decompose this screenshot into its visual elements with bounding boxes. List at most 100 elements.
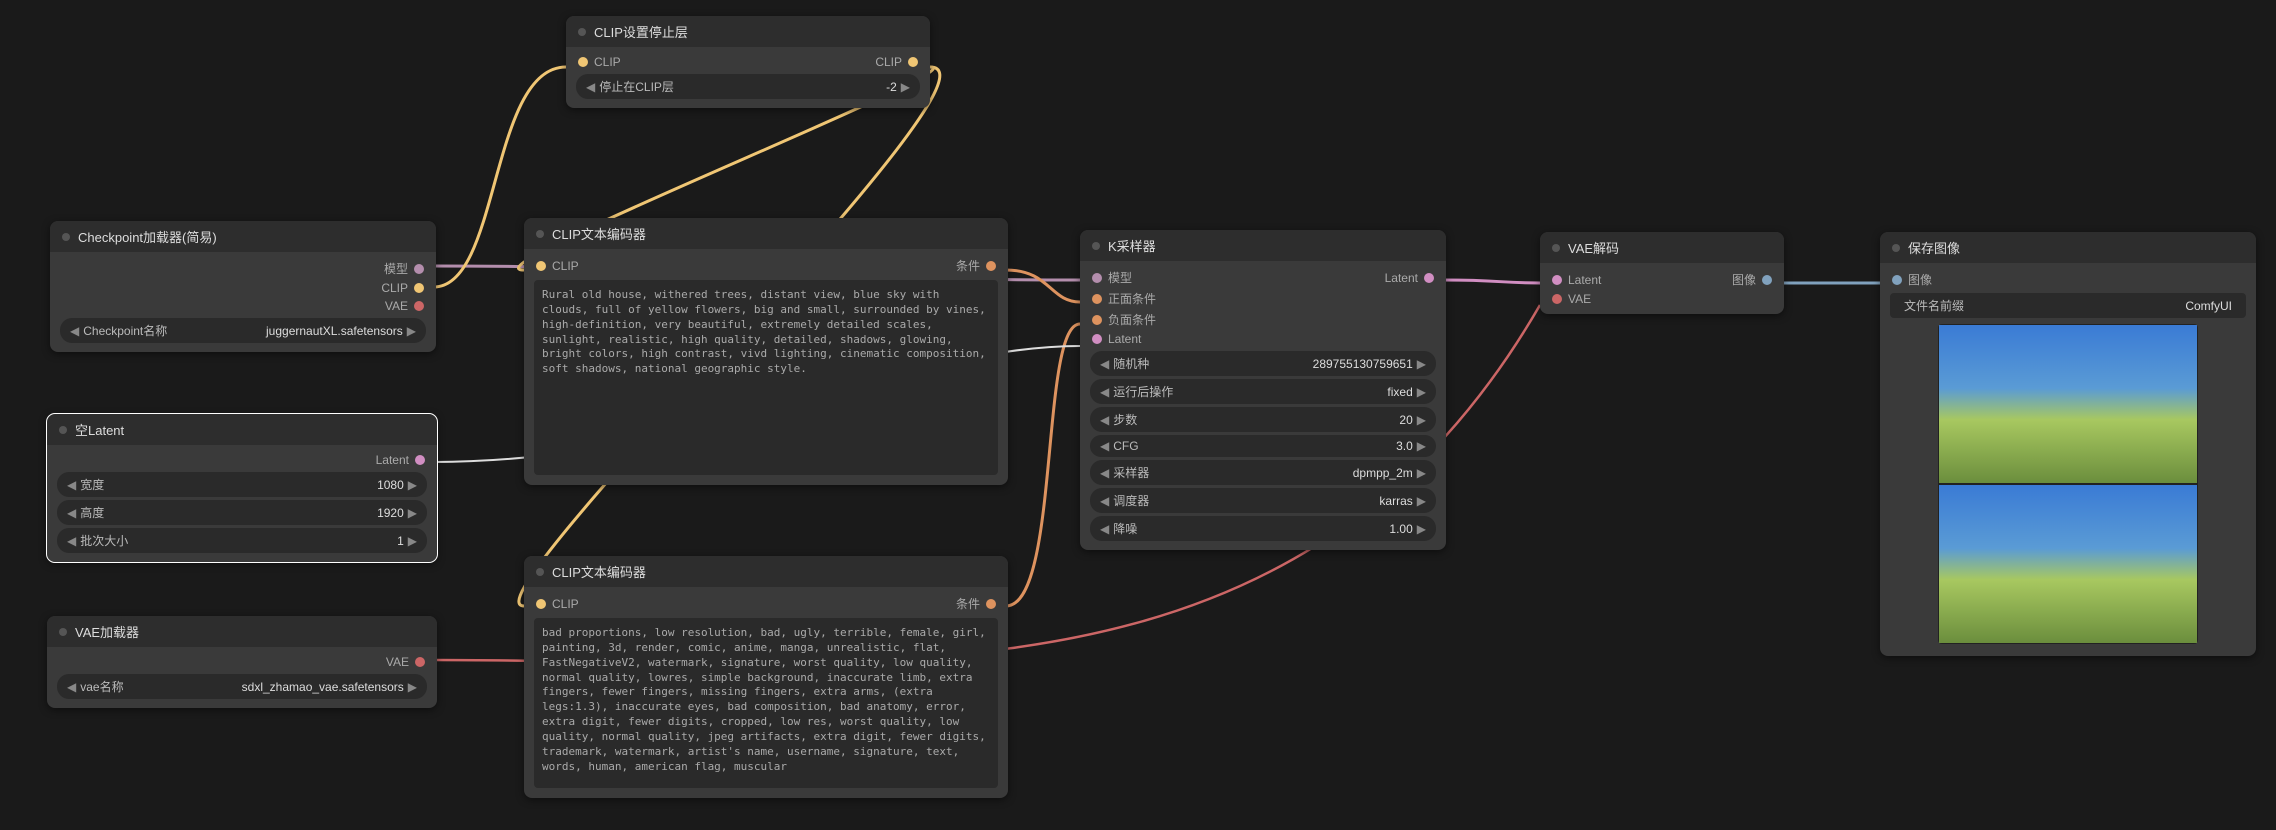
empty-latent-node[interactable]: 空Latent Latent ◀ 宽度 1080 ▶ ◀ 高度 1920 ▶ ◀… [47, 414, 437, 562]
model-input-port[interactable] [1092, 273, 1102, 283]
chevron-right-icon[interactable]: ▶ [407, 324, 416, 338]
chevron-right-icon[interactable]: ▶ [1417, 439, 1426, 453]
chevron-left-icon[interactable]: ◀ [1100, 522, 1109, 536]
node-header[interactable]: K采样器 [1080, 230, 1446, 261]
scheduler-widget[interactable]: ◀调度器karras▶ [1090, 488, 1436, 513]
latent-output-port[interactable] [1424, 273, 1434, 283]
node-header[interactable]: VAE解码 [1540, 232, 1784, 263]
save-image-node[interactable]: 保存图像 图像 文件名前缀 ComfyUI [1880, 232, 2256, 656]
collapse-dot-icon[interactable] [1892, 244, 1900, 252]
collapse-dot-icon[interactable] [59, 426, 67, 434]
prompt-textarea[interactable]: bad proportions, low resolution, bad, ug… [534, 618, 998, 788]
chevron-right-icon[interactable]: ▶ [408, 506, 417, 520]
steps-widget[interactable]: ◀步数20▶ [1090, 407, 1436, 432]
chevron-right-icon[interactable]: ▶ [408, 680, 417, 694]
node-title: CLIP文本编码器 [552, 224, 646, 243]
cfg-widget[interactable]: ◀CFG3.0▶ [1090, 435, 1436, 457]
chevron-right-icon[interactable]: ▶ [1417, 357, 1426, 371]
latent-output-port[interactable] [415, 455, 425, 465]
node-header[interactable]: Checkpoint加载器(简易) [50, 221, 436, 252]
clip-stop-node[interactable]: CLIP设置停止层 CLIP CLIP ◀ 停止在CLIP层 -2 ▶ [566, 16, 930, 108]
node-header[interactable]: CLIP文本编码器 [524, 218, 1008, 249]
chevron-left-icon[interactable]: ◀ [1100, 439, 1109, 453]
chevron-right-icon[interactable]: ▶ [1417, 494, 1426, 508]
chevron-left-icon[interactable]: ◀ [70, 324, 79, 338]
collapse-dot-icon[interactable] [1092, 242, 1100, 250]
output-label: 图像 [1732, 271, 1756, 288]
chevron-left-icon[interactable]: ◀ [1100, 494, 1109, 508]
chevron-right-icon[interactable]: ▶ [1417, 522, 1426, 536]
node-title: VAE加载器 [75, 622, 139, 641]
chevron-right-icon[interactable]: ▶ [408, 478, 417, 492]
checkpoint-name-widget[interactable]: ◀ Checkpoint名称 juggernautXL.safetensors … [60, 318, 426, 343]
chevron-right-icon[interactable]: ▶ [1417, 413, 1426, 427]
chevron-left-icon[interactable]: ◀ [1100, 413, 1109, 427]
conditioning-output-port[interactable] [986, 599, 996, 609]
width-widget[interactable]: ◀ 宽度 1080 ▶ [57, 472, 427, 497]
image-output-port[interactable] [1762, 275, 1772, 285]
negative-input-port[interactable] [1092, 315, 1102, 325]
preview-tile-1 [1938, 324, 2198, 484]
latent-input-port[interactable] [1552, 275, 1562, 285]
filename-prefix-widget[interactable]: 文件名前缀 ComfyUI [1890, 293, 2246, 318]
collapse-dot-icon[interactable] [1552, 244, 1560, 252]
input-label: CLIP [594, 55, 621, 69]
output-label: 条件 [956, 595, 980, 612]
collapse-dot-icon[interactable] [62, 233, 70, 241]
chevron-right-icon[interactable]: ▶ [1417, 466, 1426, 480]
chevron-right-icon[interactable]: ▶ [901, 80, 910, 94]
node-title: K采样器 [1108, 236, 1156, 255]
vae-name-widget[interactable]: ◀ vae名称 sdxl_zhamao_vae.safetensors ▶ [57, 674, 427, 699]
input-label: Latent [1568, 273, 1601, 287]
vae-loader-node[interactable]: VAE加载器 VAE ◀ vae名称 sdxl_zhamao_vae.safet… [47, 616, 437, 708]
stop-layer-widget[interactable]: ◀ 停止在CLIP层 -2 ▶ [576, 74, 920, 99]
chevron-right-icon[interactable]: ▶ [1417, 385, 1426, 399]
batch-widget[interactable]: ◀ 批次大小 1 ▶ [57, 528, 427, 553]
chevron-left-icon[interactable]: ◀ [67, 506, 76, 520]
chevron-right-icon[interactable]: ▶ [408, 534, 417, 548]
node-header[interactable]: CLIP文本编码器 [524, 556, 1008, 587]
vae-input-port[interactable] [1552, 294, 1562, 304]
collapse-dot-icon[interactable] [59, 628, 67, 636]
clip-positive-node[interactable]: CLIP文本编码器 CLIP 条件 Rural old house, withe… [524, 218, 1008, 485]
node-header[interactable]: 保存图像 [1880, 232, 2256, 263]
chevron-left-icon[interactable]: ◀ [67, 478, 76, 492]
model-output-port[interactable] [414, 264, 424, 274]
checkpoint-loader-node[interactable]: Checkpoint加载器(简易) 模型 CLIP VAE ◀ Checkpoi… [50, 221, 436, 352]
vae-output-port[interactable] [415, 657, 425, 667]
clip-input-port[interactable] [578, 57, 588, 67]
denoise-widget[interactable]: ◀降噪1.00▶ [1090, 516, 1436, 541]
node-header[interactable]: CLIP设置停止层 [566, 16, 930, 47]
collapse-dot-icon[interactable] [536, 568, 544, 576]
output-label: Latent [376, 453, 409, 467]
collapse-dot-icon[interactable] [536, 230, 544, 238]
ksampler-node[interactable]: K采样器 模型 Latent 正面条件 负面条件 Latent ◀随机种2897… [1080, 230, 1446, 550]
positive-input-port[interactable] [1092, 294, 1102, 304]
vae-output-port[interactable] [414, 301, 424, 311]
node-header[interactable]: VAE加载器 [47, 616, 437, 647]
input-label: 负面条件 [1108, 311, 1156, 328]
chevron-left-icon[interactable]: ◀ [1100, 466, 1109, 480]
collapse-dot-icon[interactable] [578, 28, 586, 36]
clip-negative-node[interactable]: CLIP文本编码器 CLIP 条件 bad proportions, low r… [524, 556, 1008, 798]
node-header[interactable]: 空Latent [47, 414, 437, 445]
chevron-left-icon[interactable]: ◀ [1100, 357, 1109, 371]
output-image-preview[interactable] [1938, 324, 2198, 644]
clip-output-port[interactable] [908, 57, 918, 67]
prompt-textarea[interactable]: Rural old house, withered trees, distant… [534, 280, 998, 475]
conditioning-output-port[interactable] [986, 261, 996, 271]
chevron-left-icon[interactable]: ◀ [67, 680, 76, 694]
vae-decode-node[interactable]: VAE解码 Latent 图像 VAE [1540, 232, 1784, 314]
clip-output-port[interactable] [414, 283, 424, 293]
clip-input-port[interactable] [536, 261, 546, 271]
chevron-left-icon[interactable]: ◀ [1100, 385, 1109, 399]
after-widget[interactable]: ◀运行后操作fixed▶ [1090, 379, 1436, 404]
latent-input-port[interactable] [1092, 334, 1102, 344]
height-widget[interactable]: ◀ 高度 1920 ▶ [57, 500, 427, 525]
chevron-left-icon[interactable]: ◀ [586, 80, 595, 94]
image-input-port[interactable] [1892, 275, 1902, 285]
clip-input-port[interactable] [536, 599, 546, 609]
seed-widget[interactable]: ◀随机种289755130759651▶ [1090, 351, 1436, 376]
chevron-left-icon[interactable]: ◀ [67, 534, 76, 548]
sampler-widget[interactable]: ◀采样器dpmpp_2m▶ [1090, 460, 1436, 485]
